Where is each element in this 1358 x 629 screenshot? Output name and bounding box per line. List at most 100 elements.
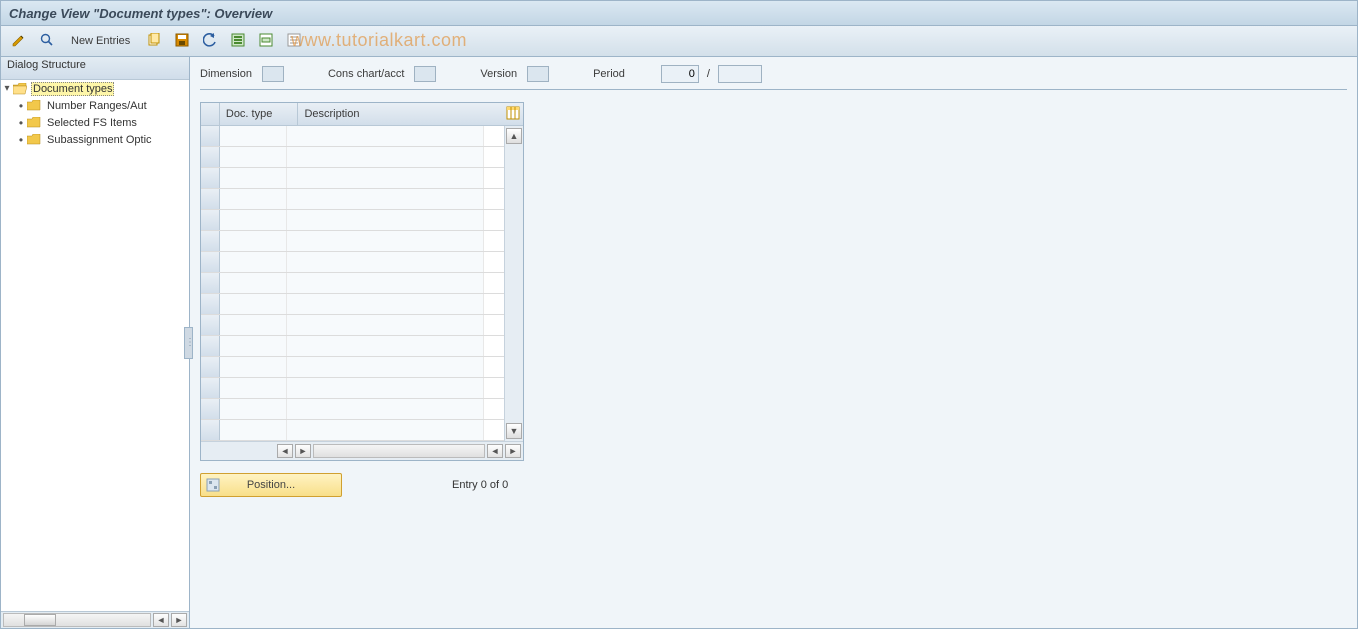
undo-button[interactable] [198,29,222,53]
table-row[interactable] [201,147,504,168]
cell-description[interactable] [287,210,484,230]
version-field[interactable] [527,66,549,82]
copy-button[interactable] [142,29,166,53]
cell-doc-type[interactable] [220,399,287,419]
position-button[interactable]: Position... [200,473,342,497]
table-row[interactable] [201,399,504,420]
table-row[interactable] [201,294,504,315]
scroll-up-icon[interactable]: ▲ [506,128,522,144]
cell-doc-type[interactable] [220,168,287,188]
table-row[interactable] [201,168,504,189]
cell-description[interactable] [287,357,484,377]
cell-doc-type[interactable] [220,294,287,314]
tree-node-selected-fs-items[interactable]: • Selected FS Items [1,114,189,131]
cell-doc-type[interactable] [220,231,287,251]
table-row[interactable] [201,189,504,210]
splitter-handle[interactable] [184,327,193,359]
cell-description[interactable] [287,189,484,209]
table-row[interactable] [201,315,504,336]
scroll-right-icon[interactable]: ► [171,613,187,627]
cell-description[interactable] [287,252,484,272]
select-block-button[interactable] [254,29,278,53]
row-selector[interactable] [201,126,220,146]
table-row[interactable] [201,336,504,357]
details-button[interactable] [35,29,59,53]
cell-description[interactable] [287,168,484,188]
toggle-change-button[interactable] [7,29,31,53]
row-selector[interactable] [201,231,220,251]
table-row[interactable] [201,126,504,147]
cell-description[interactable] [287,378,484,398]
row-selector[interactable] [201,252,220,272]
cell-doc-type[interactable] [220,210,287,230]
grid-select-all[interactable] [201,103,220,125]
row-selector[interactable] [201,336,220,356]
cell-description[interactable] [287,273,484,293]
tree-node-subassignment-optic[interactable]: • Subassignment Optic [1,131,189,148]
scroll-right-icon-2[interactable]: ► [505,444,521,458]
cell-doc-type[interactable] [220,336,287,356]
deselect-all-button[interactable] [282,29,306,53]
scrollbar-handle[interactable] [24,614,56,626]
row-selector[interactable] [201,357,220,377]
new-entries-button[interactable]: New Entries [63,30,138,52]
cell-doc-type[interactable] [220,378,287,398]
table-row[interactable] [201,378,504,399]
col-description[interactable]: Description [298,103,503,125]
row-selector[interactable] [201,273,220,293]
cell-doc-type[interactable] [220,252,287,272]
scroll-right-icon[interactable]: ► [295,444,311,458]
row-selector[interactable] [201,294,220,314]
table-row[interactable] [201,210,504,231]
row-selector[interactable] [201,168,220,188]
row-selector[interactable] [201,315,220,335]
scroll-left-icon[interactable]: ◄ [277,444,293,458]
grid-configure-button[interactable] [503,103,523,125]
cons-chart-field[interactable] [414,66,436,82]
tree-node-number-ranges[interactable]: • Number Ranges/Aut [1,97,189,114]
tree-node-document-types[interactable]: ▾ Document types [1,80,189,97]
cell-doc-type[interactable] [220,315,287,335]
cell-description[interactable] [287,147,484,167]
dimension-field[interactable] [262,66,284,82]
cell-description[interactable] [287,126,484,146]
cell-description[interactable] [287,336,484,356]
scroll-left-icon[interactable]: ◄ [153,613,169,627]
sidebar-hscroll[interactable]: ◄ ► [1,611,189,628]
table-row[interactable] [201,357,504,378]
cell-description[interactable] [287,231,484,251]
cell-doc-type[interactable] [220,126,287,146]
row-selector[interactable] [201,378,220,398]
row-selector[interactable] [201,420,220,440]
cell-description[interactable] [287,315,484,335]
row-selector[interactable] [201,399,220,419]
grid-hscroll[interactable]: ◄ ► ◄ ► [201,441,523,460]
row-selector[interactable] [201,210,220,230]
cell-doc-type[interactable] [220,357,287,377]
grid-vscroll[interactable]: ▲ ▼ [504,126,523,441]
period-field-2[interactable] [718,65,762,83]
tree[interactable]: ▾ Document types • Number Ranges/Aut [1,80,189,611]
hscroll-track[interactable] [313,444,485,458]
table-row[interactable] [201,252,504,273]
table-row[interactable] [201,420,504,441]
row-selector[interactable] [201,189,220,209]
cell-description[interactable] [287,294,484,314]
table-row[interactable] [201,231,504,252]
cell-description[interactable] [287,399,484,419]
col-doc-type[interactable]: Doc. type [220,103,299,125]
expander-icon[interactable]: ▾ [1,83,13,94]
scrollbar-track[interactable] [3,613,151,627]
save-variant-button[interactable] [170,29,194,53]
row-selector[interactable] [201,147,220,167]
scroll-left-icon-2[interactable]: ◄ [487,444,503,458]
cell-doc-type[interactable] [220,420,287,440]
period-field-1[interactable] [661,65,699,83]
cell-description[interactable] [287,420,484,440]
select-all-button[interactable] [226,29,250,53]
table-row[interactable] [201,273,504,294]
cell-doc-type[interactable] [220,273,287,293]
scroll-down-icon[interactable]: ▼ [506,423,522,439]
cell-doc-type[interactable] [220,189,287,209]
cell-doc-type[interactable] [220,147,287,167]
